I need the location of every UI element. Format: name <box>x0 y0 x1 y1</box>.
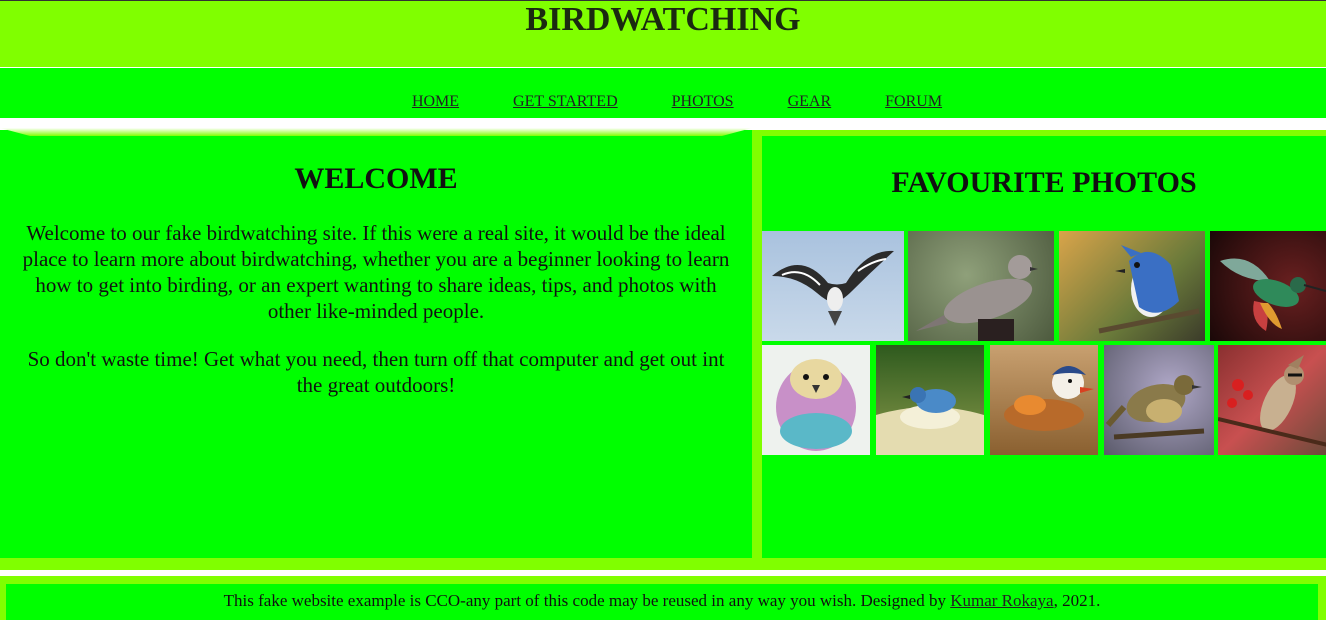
site-header: BIRDWATCHING <box>0 1 1326 67</box>
nav-get-started-link[interactable]: GET STARTED <box>513 93 618 110</box>
designer-link[interactable]: Kumar Rokaya <box>950 591 1053 610</box>
photos-title: FAVOURITE PHOTOS <box>891 166 1197 199</box>
favourite-photos-section: FAVOURITE PHOTOS <box>762 136 1326 558</box>
sparrow-photo[interactable] <box>1104 345 1214 455</box>
nav-forum-link[interactable]: FORUM <box>885 93 942 110</box>
dove-photo[interactable] <box>908 231 1054 341</box>
site-footer: This fake website example is CCO-any par… <box>0 576 1326 620</box>
main-nav: HOME GET STARTED PHOTOS GEAR FORUM <box>0 68 1326 118</box>
roller-photo[interactable] <box>762 345 870 455</box>
welcome-section: WELCOME Welcome to our fake birdwatching… <box>0 130 752 558</box>
bluebird-photo[interactable] <box>876 345 984 455</box>
welcome-paragraph-2: So don't waste time! Get what you need, … <box>27 347 725 397</box>
footer-text-before: This fake website example is CCO-any par… <box>223 591 951 610</box>
nav-home-link[interactable]: HOME <box>412 93 459 110</box>
welcome-paragraph-1: Welcome to our fake birdwatching site. I… <box>22 221 730 323</box>
site-title: BIRDWATCHING <box>525 1 801 38</box>
footer-text-after: , 2021. <box>1053 591 1101 610</box>
waxwing-photo[interactable] <box>1218 345 1326 455</box>
welcome-top-edge <box>0 128 752 136</box>
hummingbird-photo[interactable] <box>1210 231 1326 341</box>
osprey-photo[interactable] <box>762 231 904 341</box>
footer-text: This fake website example is CCO-any par… <box>6 584 1318 620</box>
blue-jay-photo[interactable] <box>1059 231 1205 341</box>
mandarin-duck-photo[interactable] <box>990 345 1098 455</box>
nav-photos-link[interactable]: PHOTOS <box>672 93 734 110</box>
welcome-title: WELCOME <box>294 162 458 195</box>
nav-gear-link[interactable]: GEAR <box>788 93 832 110</box>
